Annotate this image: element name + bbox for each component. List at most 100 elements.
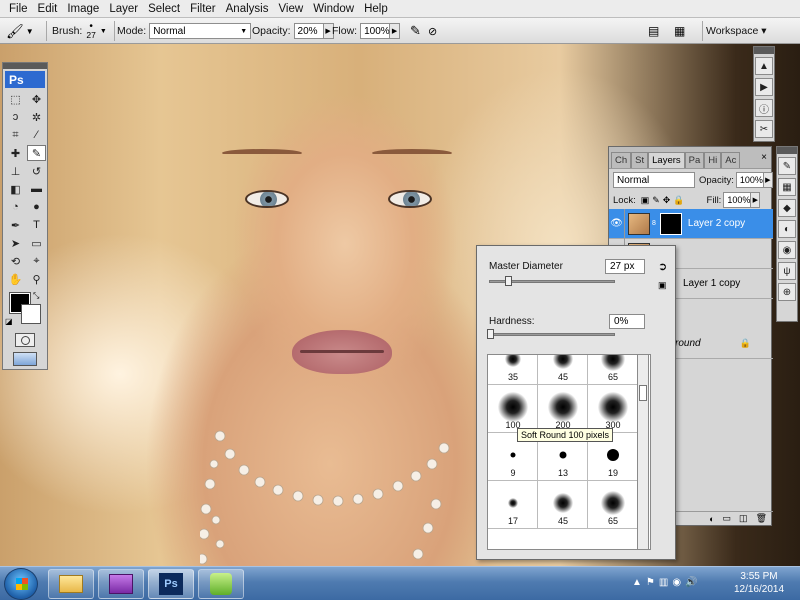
menu-help[interactable]: Help <box>359 3 393 15</box>
close-icon[interactable]: × <box>761 152 767 163</box>
tab-st[interactable]: St <box>631 152 649 168</box>
background-color-swatch[interactable] <box>21 304 41 324</box>
brush-preset[interactable]: 17 <box>488 481 538 529</box>
panel-grip[interactable] <box>754 47 774 54</box>
new-group-icon[interactable]: ▭ <box>723 513 732 524</box>
default-colors-icon[interactable]: ◪ <box>5 317 13 326</box>
menu-window[interactable]: Window <box>308 3 359 15</box>
brush-tool-icon[interactable]: ✎ <box>27 145 46 161</box>
tablet-pressure-toggle[interactable]: ⊘ <box>428 18 437 44</box>
adjustment-layer-icon[interactable]: ◐ <box>709 514 714 524</box>
mode-select[interactable]: Normal ▼ <box>149 23 252 39</box>
menu-layer[interactable]: Layer <box>104 3 143 15</box>
taskbar-clock[interactable]: 3:55 PM 12/16/2014 <box>722 570 796 596</box>
3d-orbit-tool-icon[interactable]: ⌖ <box>27 253 46 269</box>
hardness-slider[interactable] <box>487 329 615 339</box>
tab-ac[interactable]: Ac <box>721 152 741 168</box>
brushes-icon[interactable]: ψ <box>778 262 796 280</box>
security-icon[interactable]: ◉ <box>672 577 681 588</box>
screen-mode-button[interactable] <box>13 352 37 366</box>
menu-select[interactable]: Select <box>143 3 185 15</box>
brush-preset[interactable]: 45 <box>538 481 588 529</box>
master-diameter-input[interactable]: 27 px <box>605 259 645 274</box>
fill-slider-button[interactable]: ▶ <box>751 192 761 208</box>
layer-opacity-slider-button[interactable]: ▶ <box>763 172 773 188</box>
menu-file[interactable]: File <box>4 3 33 15</box>
flow-slider-button[interactable]: ▶ <box>390 23 401 39</box>
scrollbar-thumb[interactable] <box>639 385 647 401</box>
tools-icon[interactable]: ✂ <box>755 120 773 138</box>
master-diameter-slider[interactable] <box>489 276 615 286</box>
eye-visibility-icon[interactable]: 👁 <box>609 208 625 239</box>
3d-rotate-tool-icon[interactable]: ⟲ <box>6 253 25 269</box>
bridge-button[interactable]: ▦ <box>674 18 685 44</box>
navigator-icon[interactable]: ▲ <box>755 57 773 75</box>
action-center-icon[interactable]: ⚑ <box>646 577 655 588</box>
histogram-icon[interactable]: ▶ <box>755 78 773 96</box>
clone-source-icon[interactable]: ⊕ <box>778 283 796 301</box>
taskbar-explorer-button[interactable] <box>48 569 94 599</box>
menu-analysis[interactable]: Analysis <box>221 3 274 15</box>
taskbar-library-app-button[interactable] <box>98 569 144 599</box>
move-tool-icon[interactable]: ✥ <box>27 91 46 107</box>
type-tool-icon[interactable]: T <box>27 217 46 233</box>
picker-menu-icon[interactable]: ➲ <box>658 260 667 273</box>
layer-row[interactable]: 👁 8 Layer 2 copy <box>609 208 773 239</box>
swap-colors-icon[interactable]: ⤡ <box>33 291 39 301</box>
eraser-tool-icon[interactable]: ◧ <box>6 181 25 197</box>
tab-layers[interactable]: Layers <box>648 152 685 168</box>
zoom-tool-icon[interactable]: ⚲ <box>27 271 46 287</box>
swatches-icon[interactable]: ▦ <box>778 178 796 196</box>
clone-stamp-tool-icon[interactable]: ⊥ <box>6 163 25 179</box>
airbrush-toggle[interactable]: ✎ <box>410 18 421 44</box>
history-brush-tool-icon[interactable]: ↺ <box>27 163 46 179</box>
marquee-tool-icon[interactable]: ⬚ <box>6 91 25 107</box>
shape-tool-icon[interactable]: ▭ <box>27 235 46 251</box>
tab-pa[interactable]: Pa <box>684 152 705 168</box>
brush-preset[interactable]: 65 <box>588 481 638 529</box>
menu-filter[interactable]: Filter <box>185 3 221 15</box>
fill-input[interactable]: 100% <box>723 192 752 208</box>
layer-opacity-input[interactable]: 100% <box>735 172 764 188</box>
brush-preset[interactable]: 300 <box>588 385 638 433</box>
lock-transparency-icon[interactable]: ▣ <box>641 195 650 206</box>
menu-image[interactable]: Image <box>62 3 104 15</box>
eyedropper-tool-icon[interactable]: ⁄ <box>27 127 46 143</box>
color-picker-icon[interactable]: ✎ <box>778 157 796 175</box>
lock-image-icon[interactable]: ✎ <box>652 195 660 206</box>
flow-input[interactable]: 100% <box>360 23 391 39</box>
taskbar-photoshop-button[interactable]: Ps <box>148 569 194 599</box>
tab-hi[interactable]: Hi <box>704 152 722 168</box>
workspace-menu[interactable]: Workspace ▾ <box>706 18 767 44</box>
brush-preset[interactable]: 35 <box>488 355 538 385</box>
masks-icon[interactable]: ◉ <box>778 241 796 259</box>
tab-ch[interactable]: Ch <box>611 152 632 168</box>
opacity-input[interactable]: 20% <box>293 23 324 39</box>
delete-layer-icon[interactable]: 🗑 <box>756 513 767 524</box>
quick-mask-button[interactable] <box>15 333 35 347</box>
healing-brush-tool-icon[interactable]: ✚ <box>6 145 25 161</box>
mask-link-icon[interactable]: 8 <box>652 220 656 227</box>
menu-edit[interactable]: Edit <box>33 3 63 15</box>
hardness-input[interactable]: 0% <box>609 314 645 329</box>
menu-view[interactable]: View <box>273 3 308 15</box>
volume-icon[interactable]: 🔊 <box>685 577 697 588</box>
slider-knob[interactable] <box>487 329 494 339</box>
info-icon[interactable]: ⓘ <box>755 99 773 117</box>
show-hidden-icons-icon[interactable]: ▲ <box>632 577 642 588</box>
brush-preset[interactable]: 45 <box>538 355 588 385</box>
start-button[interactable] <box>4 568 38 600</box>
blur-tool-icon[interactable]: ◔ <box>6 199 25 215</box>
layer-mask-thumbnail[interactable] <box>659 212 682 235</box>
brush-grid-scrollbar[interactable] <box>637 354 649 550</box>
gradient-tool-icon[interactable]: ▬ <box>27 181 46 197</box>
dodge-tool-icon[interactable]: ● <box>27 199 46 215</box>
lasso-tool-icon[interactable]: ↄ <box>6 109 25 125</box>
lock-position-icon[interactable]: ✥ <box>663 195 671 206</box>
crop-tool-icon[interactable]: ⌗ <box>6 127 25 143</box>
save-preset-icon[interactable]: ▣ <box>658 280 667 291</box>
tool-preset-picker[interactable]: 🖌 ▼ <box>6 18 34 44</box>
brush-preset[interactable]: 65 <box>588 355 638 385</box>
path-selection-tool-icon[interactable]: ➤ <box>6 235 25 251</box>
pen-tool-icon[interactable]: ✒ <box>6 217 25 233</box>
